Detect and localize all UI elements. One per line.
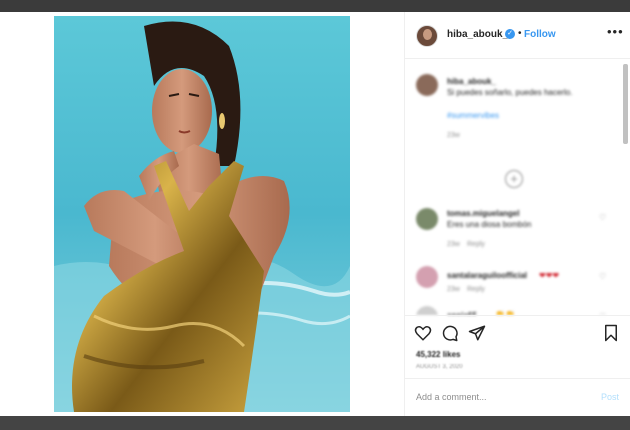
caption-time: 23w [447,132,460,139]
author-username[interactable]: hiba_abouk_ [447,29,508,40]
comment-input[interactable]: Add a comment... [416,392,487,402]
post-header: hiba_abouk_ ✓ • Follow ••• [405,12,630,59]
post-photo[interactable] [54,16,350,412]
caption-username[interactable]: hiba_abouk_ [447,76,496,87]
comments-list: hiba_abouk_ Si puedes soñarlo, puedes ha… [405,60,630,315]
browser-top-bar [0,0,630,12]
caption-avatar[interactable] [416,74,438,96]
likes-count[interactable]: 45,322 likes [416,350,460,359]
heart-icon[interactable] [414,324,432,342]
post-sidebar: hiba_abouk_ ✓ • Follow ••• hiba_abouk_ S… [404,12,630,416]
comment-heart-icon[interactable]: ♡ [599,272,606,281]
comment-avatar[interactable] [416,266,438,288]
comment-username[interactable]: santalaraguiloofficial [447,270,527,281]
share-icon[interactable] [468,324,486,342]
author-avatar[interactable] [416,25,438,47]
verified-icon: ✓ [505,29,515,39]
comment-username[interactable]: tomas.miguelangel [447,208,519,219]
caption-hashtag[interactable]: #summervibes [447,110,499,121]
comments-scrollbar[interactable] [623,64,628,144]
action-bar: 45,322 likes AUGUST 3, 2020 [405,315,630,377]
comment-text: Eres una diosa bombón [447,220,532,229]
post-comment-button[interactable]: Post [601,392,619,402]
post-modal: hiba_abouk_ ✓ • Follow ••• hiba_abouk_ S… [0,12,630,416]
caption-text: Si puedes soñarlo, puedes hacerlo. [447,88,573,97]
more-icon[interactable]: ••• [607,24,624,39]
comment-time: 23w [447,286,460,293]
comment-avatar[interactable] [416,306,438,315]
header-separator: • [518,28,522,39]
comment-avatar[interactable] [416,208,438,230]
comment-time: 23w [447,241,460,248]
comment-icon[interactable] [441,324,459,342]
comment-reply[interactable]: Reply [467,241,485,248]
post-date: AUGUST 3, 2020 [416,364,463,370]
comment-heart-icon[interactable]: ♡ [599,213,606,222]
comment-text: ❤❤❤ [539,271,560,280]
comment-reply[interactable]: Reply [467,286,485,293]
load-more-button[interactable]: + [505,170,523,188]
comment-box: Add a comment... Post [405,378,630,416]
photo-area [0,12,404,416]
bookmark-icon[interactable] [603,324,619,342]
browser-bottom-bar [0,416,630,430]
follow-button[interactable]: Follow [524,29,556,40]
